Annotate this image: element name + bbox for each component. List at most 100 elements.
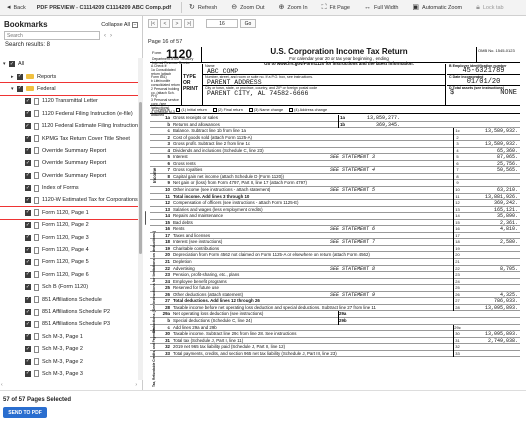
bookmark-checkbox[interactable]: ✓ — [25, 346, 31, 353]
initial-return-checkbox — [176, 108, 181, 112]
bookmark-checkbox[interactable]: ✓ — [25, 197, 31, 204]
bookmark-checkbox[interactable]: ✓ — [25, 296, 31, 303]
bookmark-item[interactable]: ✓ Form 1120, Page 6 — [0, 269, 138, 281]
scroll-right-icon[interactable]: › — [135, 382, 137, 388]
bookmark-checkbox[interactable]: ✓ — [25, 370, 31, 377]
bookmark-checkbox[interactable]: ✓ — [25, 234, 31, 241]
document-icon — [34, 234, 39, 242]
bookmark-label: Form 1120, Page 6 — [42, 271, 89, 278]
bookmark-item[interactable]: ✓ 851 Affiliations Schedule P3 — [0, 318, 138, 330]
back-arrow-icon: ◂ — [7, 4, 11, 11]
bookmark-item[interactable]: ▾ ✓ Federal — [0, 81, 138, 97]
bookmark-checkbox[interactable]: ✓ — [9, 61, 15, 68]
prev-page-button[interactable]: < — [160, 19, 170, 28]
zoom-in-button[interactable]: ⊕ Zoom In — [272, 0, 315, 16]
first-page-button[interactable]: |< — [148, 19, 158, 28]
document-icon — [34, 110, 39, 118]
bookmark-item[interactable]: ✓ Override Summary Report — [0, 157, 138, 169]
search-results-count: Search results: 8 — [5, 42, 51, 48]
bookmark-checkbox[interactable]: ✓ — [25, 222, 31, 229]
bookmark-checkbox[interactable]: ✓ — [25, 160, 31, 167]
bookmark-item[interactable]: ✓ Sch M-3, Page 1 — [0, 331, 138, 343]
document-icon — [34, 209, 39, 217]
form-identity: A Check if: 1a Consolidated return (atta… — [150, 64, 520, 117]
bookmark-label: Form 1120, Page 2 — [42, 222, 89, 229]
form-1120-page: Form 1120 Department of the Treasury Int… — [150, 47, 520, 388]
fit-page-button[interactable]: ⛶ Fit Page — [315, 0, 357, 16]
bookmark-item[interactable]: ✓ Form 1120, Page 4 — [0, 244, 138, 256]
bookmark-label: Override Summary Report — [42, 160, 107, 167]
form-label: Form — [152, 50, 162, 55]
send-to-pdf-button[interactable]: SEND TO PDF — [3, 407, 47, 418]
bookmark-item[interactable]: ✓ Sch B (Form 1120) — [0, 281, 138, 293]
bookmark-item[interactable]: ✓ 851 Affiliations Schedule P2 — [0, 306, 138, 318]
refresh-button[interactable]: ↻ Refresh — [182, 0, 224, 16]
bookmark-label: Sch M-3, Page 3 — [42, 370, 83, 377]
automatic-zoom-icon: ▣ — [412, 4, 420, 11]
bookmark-checkbox[interactable]: ✓ — [25, 209, 31, 216]
bookmark-item[interactable]: ✓ KPMG Tax Return Cover Title Sheet — [0, 132, 138, 144]
search-row: ‹ › — [4, 31, 138, 40]
page-number-input[interactable]: 16 — [206, 19, 238, 28]
search-next-icon[interactable]: › — [110, 33, 112, 39]
bookmark-checkbox[interactable]: ✓ — [24, 123, 31, 130]
bookmark-item[interactable]: ✓ Sch M-3, Page 2 — [0, 343, 138, 355]
back-button[interactable]: ◂ Back — [0, 0, 33, 16]
bookmark-search-input[interactable] — [4, 31, 100, 40]
bookmark-item[interactable]: ✓ Override Summary Report — [0, 145, 138, 157]
bookmark-checkbox[interactable]: ✓ — [25, 309, 31, 315]
bookmark-checkbox[interactable]: ✓ — [17, 85, 23, 92]
last-page-button[interactable]: >| — [184, 19, 194, 28]
bookmark-item[interactable]: ✓ Form 1120, Page 1 — [0, 205, 138, 221]
bookmark-item[interactable]: ✓ Form 1120, Page 2 — [0, 219, 138, 231]
bookmark-item[interactable]: ✓ Form 1120, Page 5 — [0, 256, 138, 268]
bookmark-item[interactable]: ✓ 1120 Federal Estimate Filing Instructio… — [0, 120, 138, 132]
search-prev-icon[interactable]: ‹ — [104, 33, 106, 39]
toolbar: ◂ Back PDF PREVIEW - C1114209 C1114209 A… — [0, 0, 526, 16]
bookmark-checkbox[interactable]: ✓ — [25, 321, 31, 328]
bookmark-checkbox[interactable]: ✓ — [25, 110, 31, 117]
bookmark-item[interactable]: ▾ ✓ All — [0, 58, 138, 70]
bookmark-item[interactable]: ✓ 1120 Transmittal Letter — [0, 95, 138, 107]
bookmark-checkbox[interactable]: ✓ — [17, 73, 23, 80]
bookmark-checkbox[interactable]: ✓ — [25, 333, 31, 340]
bookmark-checkbox[interactable]: ✓ — [25, 259, 31, 266]
full-width-button[interactable]: ↔ Full Width — [357, 0, 405, 16]
bookmark-item[interactable]: ✓ Index of Forms — [0, 182, 138, 194]
bookmark-checkbox[interactable]: ✓ — [25, 98, 31, 105]
date-incorporated: 01/01/20 — [447, 79, 520, 86]
lock-tab-button[interactable]: 🔒︎ Lock tab — [469, 0, 511, 16]
document-title: PDF PREVIEW - C1114209 C1114209 ABC Comp… — [36, 4, 172, 11]
scroll-left-icon[interactable]: ‹ — [1, 382, 3, 388]
collapse-all-button[interactable]: Collapse All − — [101, 21, 138, 28]
bookmark-item[interactable]: ✓ 1120 Federal Filing Instruction (e-file… — [0, 108, 138, 120]
bookmark-checkbox[interactable]: ✓ — [25, 284, 31, 291]
check-e-row: E Check if: (1) Initial return (2) Final… — [150, 107, 520, 114]
zoom-out-button[interactable]: ⊖ Zoom Out — [224, 0, 271, 16]
document-icon — [33, 122, 39, 130]
bookmark-item[interactable]: ✓ Override Summary Report — [0, 170, 138, 182]
bookmark-item[interactable]: ✓ 1120-W Estimated Tax for Corporations — [0, 194, 138, 206]
tree-hscrollbar[interactable]: ‹ › — [0, 382, 138, 388]
tree-scrollbar-thumb[interactable] — [139, 102, 142, 254]
form-lines: 1a Gross receipts or sales 1a 13,859,277. b R… — [150, 115, 520, 358]
bookmark-checkbox[interactable]: ✓ — [25, 247, 31, 254]
bookmark-checkbox[interactable]: ✓ — [25, 172, 31, 179]
bookmark-item[interactable]: ✓ Sch M-3, Page 3 — [0, 368, 138, 380]
bookmark-item[interactable]: ✓ Sch M-3, Page 2 — [0, 355, 138, 367]
bookmark-label: Form 1120, Page 1 — [42, 209, 89, 216]
collapse-icon: − — [132, 21, 138, 28]
bookmark-checkbox[interactable]: ✓ — [25, 147, 31, 154]
automatic-zoom-button[interactable]: ▣ Automatic Zoom — [405, 0, 469, 16]
bookmark-item[interactable]: ✓ 851 Affiliations Schedule — [0, 293, 138, 305]
bookmark-checkbox[interactable]: ✓ — [25, 358, 31, 365]
bookmark-checkbox[interactable]: ✓ — [25, 135, 31, 142]
next-page-button[interactable]: > — [172, 19, 182, 28]
bookmark-item[interactable]: ▸ ✓ Reports — [0, 70, 138, 82]
bookmark-item[interactable]: ✓ Form 1120, Page 3 — [0, 231, 138, 243]
bookmark-checkbox[interactable]: ✓ — [25, 271, 31, 278]
go-button[interactable]: Go — [240, 19, 256, 28]
bookmark-checkbox[interactable]: ✓ — [25, 185, 31, 192]
line-description: Total payments, credits, and section 965… — [173, 350, 337, 356]
document-icon — [34, 271, 39, 279]
